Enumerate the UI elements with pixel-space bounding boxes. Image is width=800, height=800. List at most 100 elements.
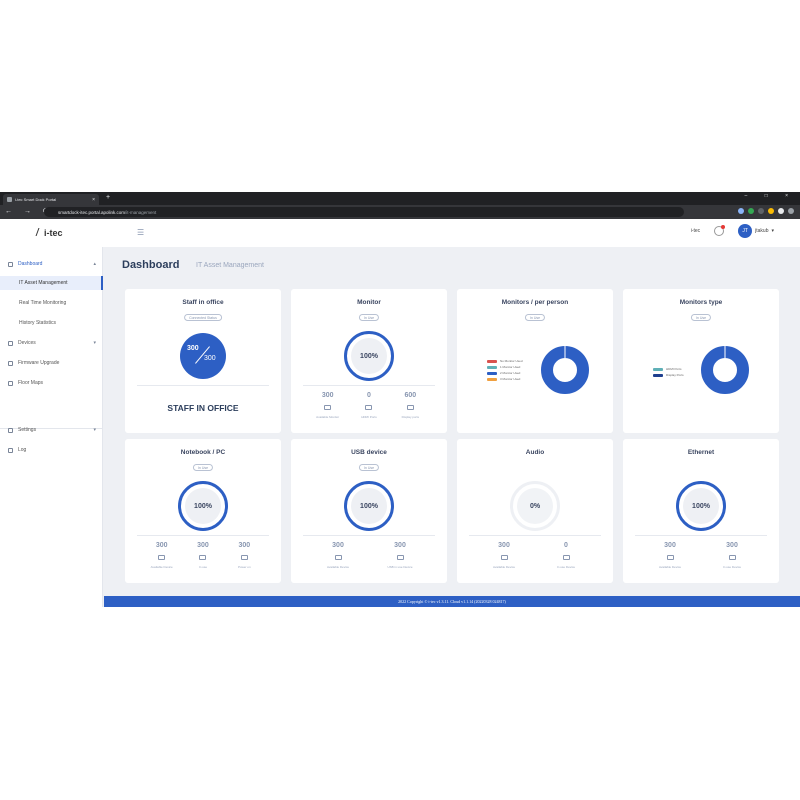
stat: 0 HDMI Ports <box>349 392 389 419</box>
stats-row: 300 Available Device 300 USB in use Device <box>291 542 447 569</box>
chevron-up-icon: ▴ <box>93 261 96 267</box>
power-icon <box>240 555 248 560</box>
card-title: Monitors type <box>679 299 723 306</box>
stat-value: 0 <box>367 392 371 399</box>
sidebar-item-settings[interactable]: Settings ▾ <box>0 423 103 437</box>
sidebar-item-label: Floor Maps <box>18 380 44 386</box>
legend-entry[interactable]: Display Ports <box>653 373 684 377</box>
card-title: Audio <box>525 449 545 456</box>
stat-value: 600 <box>404 392 417 399</box>
sidebar-item-devices[interactable]: Devices ▾ <box>0 336 103 350</box>
legend-label: 3 Monitor Used <box>500 377 521 381</box>
stat: 300 In use Device <box>712 542 752 569</box>
stat-label: Display ports <box>401 415 419 419</box>
legend-entry[interactable]: 3 Monitor Used <box>487 377 523 381</box>
link-icon <box>199 555 207 560</box>
status-pill[interactable]: In Use <box>690 314 712 321</box>
sidebar-item-dashboard[interactable]: Dashboard ▴ <box>0 257 103 271</box>
stat: 300 Available Device <box>318 542 358 569</box>
stat-value: 300 <box>332 542 344 549</box>
staff-count-circle: 300 300 <box>180 333 226 379</box>
extension-icons <box>738 208 794 214</box>
stat-label: In use <box>198 565 208 569</box>
card-divider <box>303 535 435 536</box>
new-tab-button[interactable]: + <box>106 194 110 201</box>
legend-entry[interactable]: 1 Monitor Used <box>487 365 523 369</box>
stat: 300 Available Device <box>484 542 524 569</box>
status-pill[interactable]: In Use <box>192 464 214 471</box>
profile-icon[interactable] <box>788 208 794 214</box>
stats-row: 300 Available Monitor 0 HDMI Ports 600 Disp… <box>291 392 447 419</box>
legend-entry[interactable]: 2 Monitor Used <box>487 371 523 375</box>
card-title: Notebook / PC <box>180 449 226 456</box>
stats-row: 300 Available Device 300 In use Device <box>623 542 779 569</box>
sidebar-item-firmware-upgrade[interactable]: Firmware Upgrade <box>0 356 103 370</box>
sidebar-item-log[interactable]: Log <box>0 443 103 457</box>
menu-collapse-icon[interactable]: ☰ <box>137 228 144 237</box>
card-divider <box>469 535 601 536</box>
ring-value: 100% <box>351 338 387 374</box>
status-pill[interactable]: Connected Status <box>184 314 222 321</box>
avatar: JT <box>738 224 753 238</box>
stat-label: Available Device <box>658 565 682 569</box>
extension-icon[interactable] <box>768 208 774 214</box>
legend-entry[interactable]: No Monitor Used <box>487 359 523 363</box>
legend-label: HDMI Ports <box>666 367 682 371</box>
sidebar-item-floor-maps[interactable]: Floor Maps <box>0 376 103 390</box>
monitor-icon <box>324 405 332 410</box>
legend-swatch <box>487 371 497 375</box>
main-content: Dashboard IT Asset Management Staff in o… <box>104 247 800 596</box>
company-name: i-tec <box>690 228 701 234</box>
donut-chart <box>699 344 751 396</box>
chevron-down-icon: ▾ <box>93 340 96 346</box>
sidebar-item-label: Log <box>18 447 27 453</box>
staff-total: 300 <box>204 355 216 362</box>
stat-value: 300 <box>664 542 676 549</box>
stat-value: 300 <box>498 542 510 549</box>
upgrade-icon <box>8 360 13 366</box>
ring-value: 100% <box>683 488 719 524</box>
sidebar-item-history-statistics[interactable]: History Statistics <box>0 316 103 330</box>
extension-icon[interactable] <box>738 208 744 214</box>
url-bar[interactable]: smartdock-itec.portal.apolink.com /it-ma… <box>44 207 684 217</box>
card-audio: Audio 0% 300 Available Device 0 In use Dev… <box>457 439 613 583</box>
extension-icon[interactable] <box>748 208 754 214</box>
chart-legend: HDMI Ports Display Ports <box>653 367 684 377</box>
notification-bell-icon[interactable] <box>714 225 726 236</box>
window-controls[interactable]: – □ × <box>745 193 797 199</box>
sidebar-item-it-asset-management[interactable]: IT Asset Management <box>0 276 103 290</box>
chart-legend: No Monitor Used 1 Monitor Used 2 Monitor… <box>487 359 523 381</box>
logo-text: i-tec <box>44 228 63 238</box>
chevron-down-icon: ▾ <box>93 427 96 433</box>
stat-value: 300 <box>726 542 738 549</box>
stats-row: 300 Available Device 300 In use 300 Power o… <box>125 542 281 569</box>
card-title: USB device <box>351 449 387 456</box>
sidebar-item-label: Firmware Upgrade <box>18 360 60 366</box>
browser-tab[interactable]: i-tec Smart Dock Portal × <box>3 194 99 205</box>
stat-label: Available Device <box>492 565 516 569</box>
card-divider <box>137 385 269 386</box>
status-pill[interactable]: In Use <box>358 314 380 321</box>
ring-value: 100% <box>185 488 221 524</box>
percent-ring: 100% <box>344 331 394 381</box>
sidebar-item-real-time-monitoring[interactable]: Real Time Monitoring <box>0 296 103 310</box>
legend-swatch <box>653 367 663 371</box>
user-menu[interactable]: JT jtakub ▾ <box>738 224 774 238</box>
stat-label: Available Monitor <box>316 415 340 419</box>
legend-entry[interactable]: HDMI Ports <box>653 367 684 371</box>
status-pill[interactable]: In Use <box>358 464 380 471</box>
stat-value: 300 <box>394 542 406 549</box>
stat-label: Power on <box>237 565 251 569</box>
app-header: i-tec ☰ i-tec JT jtakub ▾ <box>0 219 800 247</box>
extension-icon[interactable] <box>758 208 764 214</box>
close-tab-icon[interactable]: × <box>92 197 95 203</box>
extension-icon[interactable] <box>778 208 784 214</box>
sidebar-item-label: History Statistics <box>19 320 56 326</box>
stat-label: In use Device <box>722 565 742 569</box>
page-subtitle: IT Asset Management <box>196 262 264 269</box>
page-title: Dashboard <box>122 259 180 271</box>
donut-svg <box>541 346 589 394</box>
ring-value: 100% <box>351 488 387 524</box>
status-pill[interactable]: In Use <box>524 314 546 321</box>
percent-ring: 100% <box>344 481 394 531</box>
